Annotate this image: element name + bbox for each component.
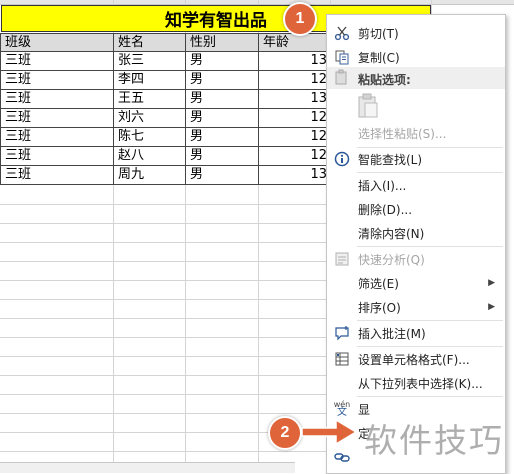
table-cell[interactable]: 三班 (0, 147, 114, 166)
table-cell[interactable]: 12 (259, 147, 331, 166)
table-cell[interactable]: 三班 (0, 90, 114, 109)
menu-item-label: 从下拉列表中选择(K)... (358, 376, 483, 391)
grid-line (0, 280, 330, 281)
menu-item-quick-analysis[interactable]: 快速分析(Q) (327, 247, 505, 271)
submenu-arrow-icon: ▶ (488, 302, 495, 312)
link-icon (333, 448, 351, 466)
format-cells-icon (333, 350, 351, 368)
table-cell[interactable]: 13 (259, 166, 331, 185)
table-cell[interactable]: 赵八 (114, 147, 186, 166)
phonetic-icon: wén 文 (333, 400, 351, 418)
grid-line (0, 375, 330, 376)
menu-item-label: 插入(I)... (358, 178, 407, 193)
table-cell[interactable]: 13 (259, 52, 331, 71)
header-cell-age[interactable]: 年龄 (259, 33, 331, 52)
table-cell[interactable]: 三班 (0, 166, 114, 185)
header-cell-class[interactable]: 班级 (0, 33, 114, 52)
menu-item-label: 选择性粘贴(S)... (358, 126, 447, 141)
menu-item-delete[interactable]: 删除(D)... (327, 197, 505, 221)
grid-line (0, 204, 330, 205)
submenu-arrow-icon: ▶ (488, 278, 495, 288)
menu-item-label: 设置单元格格式(F)... (358, 352, 470, 367)
menu-item-cut[interactable]: 剪切(T) (327, 21, 505, 45)
menu-item-format-cells[interactable]: 设置单元格格式(F)... (327, 347, 505, 371)
paste-small-icon (335, 69, 349, 88)
header-cell-name[interactable]: 姓名 (114, 33, 186, 52)
watermark: 软件技巧 (364, 421, 504, 460)
menu-item-insert-comment[interactable]: 插入批注(M) (327, 321, 505, 345)
arrow-icon (300, 418, 360, 450)
table-cell[interactable]: 王五 (114, 90, 186, 109)
table-cell[interactable]: 三班 (0, 128, 114, 147)
menu-item-insert[interactable]: 插入(I)... (327, 173, 505, 197)
grid-line (0, 394, 330, 395)
menu-item-label: 排序(O) (358, 300, 401, 315)
paste-options-label: 粘贴选项: (358, 73, 411, 87)
grid-line (0, 318, 330, 319)
menu-item-filter[interactable]: 筛选(E) ▶ (327, 271, 505, 295)
menu-item-label: 复制(C) (358, 50, 400, 65)
table-cell[interactable]: 男 (186, 166, 259, 185)
sheet-scroll-bar[interactable] (0, 462, 295, 473)
table-cell[interactable]: 张三 (114, 52, 186, 71)
table-cell[interactable]: 男 (186, 109, 259, 128)
paste-clipboard-icon[interactable] (357, 93, 379, 119)
table-cell[interactable]: 12 (259, 109, 331, 128)
table-cell[interactable]: 12 (259, 71, 331, 90)
menu-item-label: 剪切(T) (358, 26, 399, 41)
menu-item-smart-lookup[interactable]: 智能查找(L) (327, 147, 505, 171)
table-cell[interactable]: 男 (186, 147, 259, 166)
menu-item-label: 删除(D)... (358, 202, 413, 217)
grid-line (0, 451, 330, 452)
table-cell[interactable]: 三班 (0, 52, 114, 71)
grid-line (0, 356, 330, 357)
quick-analysis-icon (333, 250, 351, 268)
menu-item-label: 筛选(E) (358, 276, 399, 291)
menu-item-label: 快速分析(Q) (358, 252, 425, 267)
menu-item-label: 智能查找(L) (358, 152, 423, 167)
paste-options-header: 粘贴选项: (327, 67, 505, 89)
table-cell[interactable]: 男 (186, 52, 259, 71)
grid-line (0, 337, 330, 338)
menu-item-label: 清除内容(N) (358, 226, 425, 241)
scissors-icon (333, 24, 351, 42)
grid-line (0, 223, 330, 224)
table-cell[interactable]: 13 (259, 90, 331, 109)
table-cell[interactable]: 三班 (0, 71, 114, 90)
grid-line (0, 413, 330, 414)
sheet-title: 知学有智出品 (165, 11, 267, 31)
comment-icon (333, 324, 351, 342)
table-cell[interactable]: 周九 (114, 166, 186, 185)
table-cell[interactable]: 12 (259, 128, 331, 147)
grid-line (0, 299, 330, 300)
table-cell[interactable]: 男 (186, 90, 259, 109)
grid-line (0, 242, 330, 243)
header-cell-gender[interactable]: 性别 (186, 33, 259, 52)
menu-item-sort[interactable]: 排序(O) ▶ (327, 295, 505, 319)
context-menu: 剪切(T) 复制(C) 粘贴选项: 选择性粘贴(S)... 智能查找(L) 插入… (326, 14, 506, 474)
grid-line (0, 261, 330, 262)
menu-item-paste-special[interactable]: 选择性粘贴(S)... (327, 121, 505, 145)
table-cell[interactable]: 刘六 (114, 109, 186, 128)
step-badge-2: 2 (268, 416, 302, 450)
step-badge-1: 1 (283, 2, 317, 36)
table-cell[interactable]: 李四 (114, 71, 186, 90)
copy-icon (333, 48, 351, 66)
table-cell[interactable]: 男 (186, 71, 259, 90)
smart-lookup-icon (333, 150, 351, 168)
table-cell[interactable]: 陈七 (114, 128, 186, 147)
menu-item-copy[interactable]: 复制(C) (327, 45, 505, 69)
table-cell[interactable]: 三班 (0, 109, 114, 128)
table-cell[interactable]: 男 (186, 128, 259, 147)
menu-item-label: 插入批注(M) (358, 326, 426, 341)
menu-item-pick-from-list[interactable]: 从下拉列表中选择(K)... (327, 371, 505, 395)
menu-item-clear-contents[interactable]: 清除内容(N) (327, 221, 505, 245)
